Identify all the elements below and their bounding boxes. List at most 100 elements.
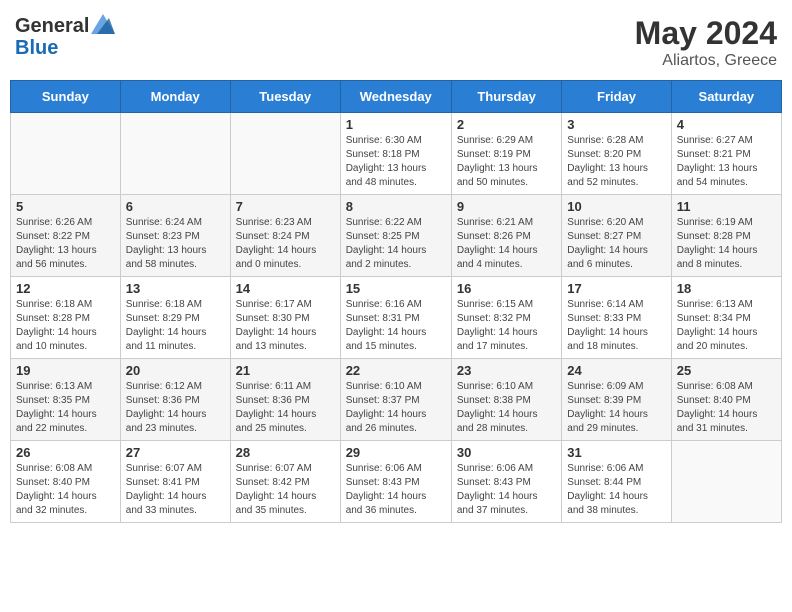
calendar-day-cell: 10 Sunrise: 6:20 AM Sunset: 8:27 PM Dayli… <box>562 195 671 277</box>
calendar-week-row: 5 Sunrise: 6:26 AM Sunset: 8:22 PM Daylig… <box>11 195 782 277</box>
calendar-day-cell: 6Sunrise: 6:24 AM Sunset: 8:23 PM Daylig… <box>120 195 230 277</box>
calendar-day-cell: 9 Sunrise: 6:21 AM Sunset: 8:26 PM Daylig… <box>451 195 561 277</box>
day-number: 9 <box>457 199 556 214</box>
calendar-day-cell: 1Sunrise: 6:30 AM Sunset: 8:18 PM Daylig… <box>340 113 451 195</box>
day-number: 13 <box>126 281 225 296</box>
day-info: Sunrise: 6:06 AM Sunset: 8:43 PM Dayligh… <box>457 462 556 518</box>
calendar-week-row: 19 Sunrise: 6:13 AM Sunset: 8:35 PM Dayli… <box>11 359 782 441</box>
day-number: 14 <box>236 281 335 296</box>
day-info: Sunrise: 6:18 AM Sunset: 8:29 PM Dayligh… <box>126 298 225 354</box>
day-info: Sunrise: 6:09 AM Sunset: 8:39 PM Dayligh… <box>567 380 665 436</box>
day-info: Sunrise: 6:20 AM Sunset: 8:27 PM Dayligh… <box>567 216 665 272</box>
day-number: 30 <box>457 445 556 460</box>
day-number: 15 <box>346 281 446 296</box>
day-number: 4 <box>677 117 776 132</box>
day-number: 23 <box>457 363 556 378</box>
calendar-day-header: Sunday <box>11 81 121 113</box>
day-number: 29 <box>346 445 446 460</box>
calendar-day-cell: 20 Sunrise: 6:12 AM Sunset: 8:36 PM Dayli… <box>120 359 230 441</box>
calendar-day-cell: 24 Sunrise: 6:09 AM Sunset: 8:39 PM Dayli… <box>562 359 671 441</box>
calendar-day-cell: 21 Sunrise: 6:11 AM Sunset: 8:36 PM Dayli… <box>230 359 340 441</box>
logo-blue-text: Blue <box>15 37 115 59</box>
calendar-day-cell: 7 Sunrise: 6:23 AM Sunset: 8:24 PM Daylig… <box>230 195 340 277</box>
day-number: 20 <box>126 363 225 378</box>
calendar-day-cell: 12Sunrise: 6:18 AM Sunset: 8:28 PM Dayli… <box>11 277 121 359</box>
day-info: Sunrise: 6:26 AM Sunset: 8:22 PM Dayligh… <box>16 216 115 272</box>
calendar-day-cell <box>230 113 340 195</box>
day-number: 7 <box>236 199 335 214</box>
day-info: Sunrise: 6:10 AM Sunset: 8:37 PM Dayligh… <box>346 380 446 436</box>
day-number: 25 <box>677 363 776 378</box>
title-section: May 2024 Aliartos, Greece <box>635 15 777 70</box>
day-info: Sunrise: 6:28 AM Sunset: 8:20 PM Dayligh… <box>567 134 665 190</box>
day-info: Sunrise: 6:06 AM Sunset: 8:44 PM Dayligh… <box>567 462 665 518</box>
calendar-day-header: Tuesday <box>230 81 340 113</box>
day-number: 16 <box>457 281 556 296</box>
day-info: Sunrise: 6:21 AM Sunset: 8:26 PM Dayligh… <box>457 216 556 272</box>
calendar-day-cell <box>11 113 121 195</box>
day-info: Sunrise: 6:22 AM Sunset: 8:25 PM Dayligh… <box>346 216 446 272</box>
calendar-week-row: 1Sunrise: 6:30 AM Sunset: 8:18 PM Daylig… <box>11 113 782 195</box>
day-number: 24 <box>567 363 665 378</box>
calendar-day-header: Thursday <box>451 81 561 113</box>
day-number: 22 <box>346 363 446 378</box>
calendar-day-cell: 15Sunrise: 6:16 AM Sunset: 8:31 PM Dayli… <box>340 277 451 359</box>
day-info: Sunrise: 6:08 AM Sunset: 8:40 PM Dayligh… <box>677 380 776 436</box>
day-number: 31 <box>567 445 665 460</box>
day-info: Sunrise: 6:15 AM Sunset: 8:32 PM Dayligh… <box>457 298 556 354</box>
calendar-day-cell: 16 Sunrise: 6:15 AM Sunset: 8:32 PM Dayli… <box>451 277 561 359</box>
calendar-day-cell: 14Sunrise: 6:17 AM Sunset: 8:30 PM Dayli… <box>230 277 340 359</box>
calendar-day-cell: 27Sunrise: 6:07 AM Sunset: 8:41 PM Dayli… <box>120 441 230 523</box>
day-info: Sunrise: 6:12 AM Sunset: 8:36 PM Dayligh… <box>126 380 225 436</box>
day-info: Sunrise: 6:08 AM Sunset: 8:40 PM Dayligh… <box>16 462 115 518</box>
calendar-day-cell: 5 Sunrise: 6:26 AM Sunset: 8:22 PM Daylig… <box>11 195 121 277</box>
day-number: 26 <box>16 445 115 460</box>
month-year-title: May 2024 <box>635 15 777 52</box>
day-number: 6 <box>126 199 225 214</box>
day-info: Sunrise: 6:14 AM Sunset: 8:33 PM Dayligh… <box>567 298 665 354</box>
day-info: Sunrise: 6:13 AM Sunset: 8:34 PM Dayligh… <box>677 298 776 354</box>
calendar-day-header: Friday <box>562 81 671 113</box>
day-info: Sunrise: 6:19 AM Sunset: 8:28 PM Dayligh… <box>677 216 776 272</box>
day-info: Sunrise: 6:23 AM Sunset: 8:24 PM Dayligh… <box>236 216 335 272</box>
calendar-day-cell: 4Sunrise: 6:27 AM Sunset: 8:21 PM Daylig… <box>671 113 781 195</box>
page-header: General Blue May 2024 Aliartos, Greece <box>10 10 782 70</box>
calendar-day-cell: 8 Sunrise: 6:22 AM Sunset: 8:25 PM Daylig… <box>340 195 451 277</box>
calendar-day-cell: 29Sunrise: 6:06 AM Sunset: 8:43 PM Dayli… <box>340 441 451 523</box>
day-number: 3 <box>567 117 665 132</box>
calendar-day-cell: 23 Sunrise: 6:10 AM Sunset: 8:38 PM Dayli… <box>451 359 561 441</box>
calendar-day-cell: 13 Sunrise: 6:18 AM Sunset: 8:29 PM Dayli… <box>120 277 230 359</box>
day-number: 19 <box>16 363 115 378</box>
calendar-day-cell: 11 Sunrise: 6:19 AM Sunset: 8:28 PM Dayli… <box>671 195 781 277</box>
calendar-day-cell: 2 Sunrise: 6:29 AM Sunset: 8:19 PM Daylig… <box>451 113 561 195</box>
day-number: 11 <box>677 199 776 214</box>
calendar-day-cell: 22 Sunrise: 6:10 AM Sunset: 8:37 PM Dayli… <box>340 359 451 441</box>
day-number: 18 <box>677 281 776 296</box>
calendar-day-cell: 30 Sunrise: 6:06 AM Sunset: 8:43 PM Dayli… <box>451 441 561 523</box>
day-info: Sunrise: 6:11 AM Sunset: 8:36 PM Dayligh… <box>236 380 335 436</box>
day-info: Sunrise: 6:07 AM Sunset: 8:41 PM Dayligh… <box>126 462 225 518</box>
day-number: 17 <box>567 281 665 296</box>
day-number: 8 <box>346 199 446 214</box>
calendar-day-cell: 31 Sunrise: 6:06 AM Sunset: 8:44 PM Dayli… <box>562 441 671 523</box>
calendar-table: SundayMondayTuesdayWednesdayThursdayFrid… <box>10 80 782 523</box>
day-number: 10 <box>567 199 665 214</box>
logo-general-text: General <box>15 15 89 37</box>
day-info: Sunrise: 6:18 AM Sunset: 8:28 PM Dayligh… <box>16 298 115 354</box>
calendar-day-header: Monday <box>120 81 230 113</box>
calendar-day-cell: 18 Sunrise: 6:13 AM Sunset: 8:34 PM Dayli… <box>671 277 781 359</box>
calendar-day-cell: 25 Sunrise: 6:08 AM Sunset: 8:40 PM Dayli… <box>671 359 781 441</box>
logo-icon <box>91 14 115 34</box>
calendar-day-cell: 3 Sunrise: 6:28 AM Sunset: 8:20 PM Daylig… <box>562 113 671 195</box>
calendar-day-cell: 28Sunrise: 6:07 AM Sunset: 8:42 PM Dayli… <box>230 441 340 523</box>
day-number: 2 <box>457 117 556 132</box>
day-info: Sunrise: 6:29 AM Sunset: 8:19 PM Dayligh… <box>457 134 556 190</box>
day-number: 1 <box>346 117 446 132</box>
day-info: Sunrise: 6:13 AM Sunset: 8:35 PM Dayligh… <box>16 380 115 436</box>
day-info: Sunrise: 6:10 AM Sunset: 8:38 PM Dayligh… <box>457 380 556 436</box>
day-number: 21 <box>236 363 335 378</box>
calendar-day-header: Wednesday <box>340 81 451 113</box>
calendar-week-row: 26 Sunrise: 6:08 AM Sunset: 8:40 PM Dayli… <box>11 441 782 523</box>
day-number: 5 <box>16 199 115 214</box>
calendar-header-row: SundayMondayTuesdayWednesdayThursdayFrid… <box>11 81 782 113</box>
